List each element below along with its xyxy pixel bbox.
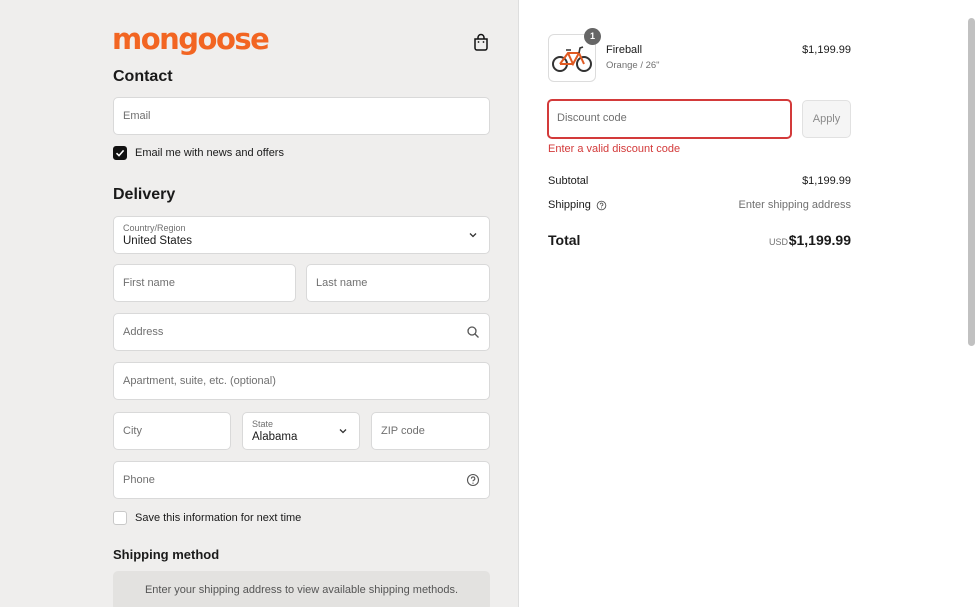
city-field[interactable]: City: [113, 412, 231, 450]
shipping-method-message: Enter your shipping address to view avai…: [113, 571, 490, 607]
last-name-placeholder: Last name: [316, 277, 368, 289]
scrollbar[interactable]: [968, 18, 975, 346]
discount-code-field[interactable]: Discount code: [547, 99, 792, 139]
phone-placeholder: Phone: [123, 474, 155, 486]
total-label: Total: [548, 232, 581, 248]
apartment-field[interactable]: Apartment, suite, etc. (optional): [113, 362, 490, 400]
product-price: $1,199.99: [802, 44, 851, 56]
chevron-down-icon: [469, 233, 477, 238]
zip-placeholder: ZIP code: [381, 425, 425, 437]
product-variant: Orange / 26": [606, 60, 660, 71]
first-name-field[interactable]: First name: [113, 264, 296, 302]
delivery-heading: Delivery: [113, 186, 176, 203]
last-name-field[interactable]: Last name: [306, 264, 490, 302]
state-select[interactable]: State Alabama: [242, 412, 360, 450]
contact-heading: Contact: [113, 68, 173, 85]
check-icon: [115, 149, 125, 157]
address-field[interactable]: Address: [113, 313, 490, 351]
order-summary-panel: 1 Fireball Orange / 26" $1,199.99 Discou…: [519, 0, 978, 607]
country-value: United States: [123, 235, 193, 247]
help-icon[interactable]: [466, 473, 480, 487]
quantity-badge: 1: [584, 28, 601, 45]
apply-discount-button[interactable]: Apply: [802, 100, 851, 138]
phone-field[interactable]: Phone: [113, 461, 490, 499]
address-placeholder: Address: [123, 326, 164, 338]
first-name-placeholder: First name: [123, 277, 175, 289]
total-currency: USD: [768, 237, 788, 247]
apartment-placeholder: Apartment, suite, etc. (optional): [123, 375, 276, 387]
state-label: State: [252, 419, 274, 429]
shipping-method-heading: Shipping method: [113, 547, 220, 562]
zip-field[interactable]: ZIP code: [371, 412, 490, 450]
help-icon[interactable]: [596, 200, 607, 211]
news-offers-checkbox[interactable]: [113, 146, 127, 160]
news-offers-label: Email me with news and offers: [135, 147, 284, 159]
search-icon: [467, 326, 479, 338]
email-placeholder: Email: [123, 110, 151, 122]
subtotal-label: Subtotal: [548, 175, 589, 187]
product-name: Fireball: [606, 44, 643, 56]
discount-error-message: Enter a valid discount code: [548, 143, 681, 155]
discount-code-placeholder: Discount code: [557, 112, 627, 124]
subtotal-value: $1,199.99: [802, 175, 851, 187]
chevron-down-icon: [339, 429, 347, 434]
state-value: Alabama: [252, 431, 298, 443]
total-value: $1,199.99: [788, 232, 851, 248]
country-select[interactable]: Country/Region United States: [113, 216, 490, 254]
shipping-row-label: Shipping: [548, 199, 607, 211]
shipping-label: Shipping: [548, 199, 591, 211]
save-info-label: Save this information for next time: [135, 512, 302, 524]
save-info-checkbox[interactable]: [113, 511, 127, 525]
checkout-form-panel: mongoose Contact Email Email me with new…: [0, 0, 519, 607]
city-placeholder: City: [123, 425, 142, 437]
shipping-value: Enter shipping address: [738, 199, 851, 211]
mongoose-logo[interactable]: mongoose: [112, 22, 270, 56]
email-field[interactable]: Email: [113, 97, 490, 135]
shopping-bag-icon[interactable]: [473, 33, 489, 51]
news-offers-checkbox-row[interactable]: Email me with news and offers: [113, 146, 284, 160]
save-info-checkbox-row[interactable]: Save this information for next time: [113, 511, 301, 525]
country-label: Country/Region: [123, 223, 186, 233]
